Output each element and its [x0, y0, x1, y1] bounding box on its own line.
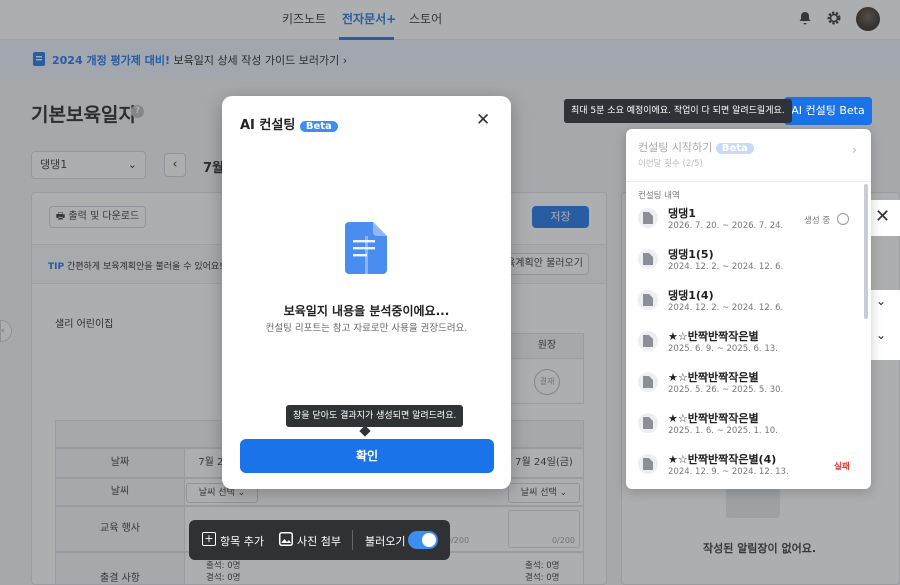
- history-item[interactable]: 댕댕1(5) 2024. 12. 2. ~ 2024. 12. 6.: [626, 240, 871, 281]
- doc-icon: [638, 290, 658, 310]
- history-item-date: 2025. 6. 9. ~ 2025. 6. 13.: [668, 344, 778, 354]
- load-label: 불러오기: [365, 535, 406, 548]
- doc-icon: [638, 208, 658, 228]
- doc-icon: [638, 454, 658, 474]
- history-item-title: 댕댕1(4): [668, 289, 714, 302]
- history-item-title: ★☆반짝반짝작은별: [668, 330, 759, 343]
- history-item-date: 2024. 12. 2. ~ 2024. 12. 6.: [668, 262, 784, 272]
- consulting-history-dropdown: 컨설팅 시작하기 Beta 이번달 횟수 (2/5) › 컨설팅 내역 댕댕1 2…: [626, 129, 871, 489]
- add-item-button[interactable]: 항목 추가: [220, 533, 264, 549]
- history-item-title: ★☆반짝반짝작은별: [668, 412, 759, 425]
- beta-badge: Beta: [299, 121, 338, 132]
- history-item[interactable]: ★☆반짝반짝작은별 2025. 6. 9. ~ 2025. 6. 13.: [626, 322, 871, 363]
- history-item-title: 댕댕1(5): [668, 248, 714, 261]
- history-item[interactable]: 댕댕1 2026. 7. 20. ~ 2026. 7. 24. 생성 중: [626, 199, 871, 240]
- chevron-right-icon: ›: [852, 143, 857, 157]
- history-item-title: 댕댕1: [668, 207, 696, 220]
- side-drawer-edge: ✕: [870, 200, 900, 236]
- doc-icon: [638, 249, 658, 269]
- history-item-date: 2025. 1. 6. ~ 2025. 1. 10.: [668, 426, 778, 436]
- tooltip-arrow: [359, 425, 371, 437]
- plus-icon: +: [202, 532, 216, 546]
- doc-icon: [638, 413, 658, 433]
- divider: [626, 181, 871, 182]
- monthly-count: 이번달 횟수 (2/5): [638, 159, 703, 169]
- ai-consulting-button-active[interactable]: AI 컨설팅 Beta: [784, 97, 872, 125]
- attach-photo-button[interactable]: 사진 첨부: [297, 533, 341, 549]
- photo-icon: [279, 532, 293, 546]
- ai-consulting-modal: AI 컨설팅 Beta ✕ 보육일지 내용을 분석중이에요... 컨설팅 리포트…: [222, 96, 511, 489]
- analyzing-heading: 보육일지 내용을 분석중이에요...: [283, 304, 450, 318]
- editor-toolbar: + 항목 추가 사진 첨부 불러오기: [189, 520, 450, 560]
- doc-icon: [638, 372, 658, 392]
- status-generating: 생성 중: [804, 216, 831, 226]
- chevron-down-icon-2[interactable]: ⌄: [876, 328, 886, 342]
- doc-icon: [638, 331, 658, 351]
- drawer-selects-edge: ⌄ ⌄: [870, 290, 900, 360]
- status-failed: 실패: [834, 462, 850, 472]
- history-item-title: ★☆반짝반짝작은별(4): [668, 453, 777, 466]
- history-item[interactable]: 댕댕1(4) 2024. 12. 2. ~ 2024. 12. 6.: [626, 281, 871, 322]
- history-item[interactable]: ★☆반짝반짝작은별 2025. 5. 26. ~ 2025. 5. 30.: [626, 363, 871, 404]
- close-notice-tooltip: 창을 닫아도 결과지가 생성되면 알려드려요.: [286, 405, 464, 427]
- start-consulting-label[interactable]: 컨설팅 시작하기 Beta: [638, 139, 754, 157]
- modal-title: AI 컨설팅 Beta: [240, 114, 338, 135]
- load-toggle[interactable]: [408, 531, 438, 549]
- history-item[interactable]: ★☆반짝반짝작은별 2025. 1. 6. ~ 2025. 1. 10.: [626, 404, 871, 445]
- history-item-date: 2025. 5. 26. ~ 2025. 5. 30.: [668, 385, 784, 395]
- history-item[interactable]: ★☆반짝반짝작은별(4) 2024. 12. 9. ~ 2024. 12. 13.…: [626, 445, 871, 486]
- ai-time-tooltip: 최대 5분 소요 예정이에요. 작업이 다 되면 알려드릴게요.: [564, 99, 792, 123]
- toolbar-divider: [352, 530, 353, 550]
- close-icon[interactable]: ✕: [476, 110, 490, 130]
- spinner-icon: [837, 213, 849, 225]
- history-item-date: 2024. 12. 2. ~ 2024. 12. 6.: [668, 303, 784, 313]
- confirm-button[interactable]: 확인: [240, 439, 494, 473]
- history-item-title: ★☆반짝반짝작은별: [668, 371, 759, 384]
- analyzing-subtext: 컨설팅 리포트는 참고 자료로만 사용을 권장드려요.: [265, 323, 468, 334]
- drawer-close-icon[interactable]: ✕: [875, 206, 890, 227]
- analyzing-document-icon: [345, 222, 387, 274]
- chevron-down-icon[interactable]: ⌄: [876, 294, 886, 308]
- history-item-date: 2024. 12. 9. ~ 2024. 12. 13.: [668, 467, 789, 477]
- history-item-date: 2026. 7. 20. ~ 2026. 7. 24.: [668, 221, 784, 231]
